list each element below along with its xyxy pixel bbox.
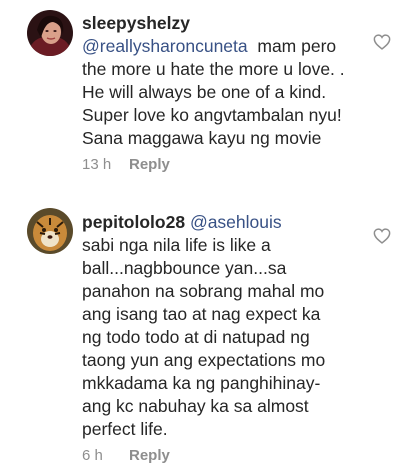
user-photo-tiger-icon (27, 208, 73, 254)
comment-username[interactable]: pepitololo28 (82, 212, 185, 232)
comment-text-line: mkkadama ka ng panghihinay- (82, 373, 321, 393)
comment-username[interactable]: sleepyshelzy (82, 12, 372, 35)
avatar[interactable] (27, 208, 73, 254)
comment-body: sleepyshelzy @reallysharoncuneta mam per… (82, 12, 372, 174)
comment-text-line: ng todo todo at di natupad ng (82, 327, 310, 347)
comment-text-line: ang isang tao at nag expect ka (82, 304, 321, 324)
reply-button[interactable]: Reply (129, 447, 170, 464)
heart-outline-icon[interactable] (373, 228, 391, 244)
heart-outline-icon[interactable] (373, 34, 391, 50)
comment-timestamp: 13 h (82, 156, 112, 173)
comment-text-line: the more u hate the more u love. . (82, 59, 345, 79)
mention-link[interactable]: @reallysharoncuneta (82, 36, 248, 56)
comment-text-line: taong yun ang expectations mo (82, 350, 326, 370)
comment-text-line: perfect life. (82, 419, 168, 439)
comment-text-fragment: mam pero (247, 36, 337, 56)
comment-text-line: He will always be one of a kind. (82, 82, 327, 102)
comment-text-line: Sana maggawa kayu ng movie (82, 128, 322, 148)
reply-button[interactable]: Reply (129, 156, 170, 173)
avatar[interactable] (27, 10, 73, 56)
comment-text-line: Super love ko angvtambalan nyu! (82, 105, 342, 125)
comment-text-line: pepitololo28 @asehlouis (82, 211, 372, 234)
comment-meta: 13 h Reply (82, 156, 372, 174)
mention-link[interactable]: @asehlouis (190, 212, 282, 232)
comment-text-line: @reallysharoncuneta mam pero (82, 35, 372, 58)
comment-body: pepitololo28 @asehlouis sabi nga nila li… (82, 211, 372, 465)
comment-meta: 6 h Reply (82, 447, 372, 465)
comment-text-line: sabi nga nila life is like a (82, 235, 271, 255)
user-photo-woman-icon (27, 10, 73, 56)
comment-text-line: ang kc nabuhay ka sa almost (82, 396, 309, 416)
comment-timestamp: 6 h (82, 447, 103, 464)
comment-text-line: panahon na sobrang mahal mo (82, 281, 325, 301)
comment-text-line: ball...nagbbounce yan...sa (82, 258, 287, 278)
